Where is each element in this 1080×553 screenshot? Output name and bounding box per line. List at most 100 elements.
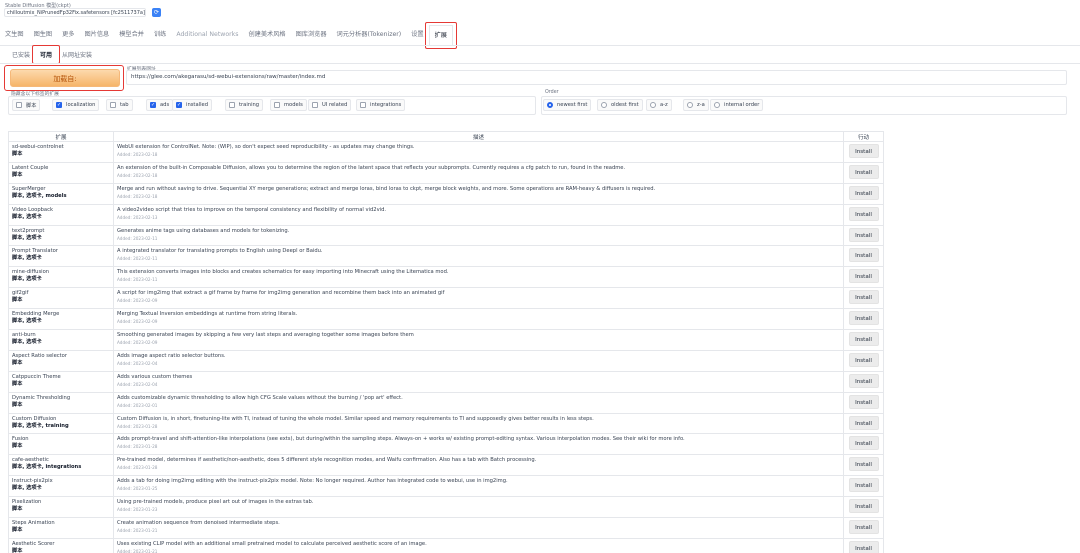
order-radio[interactable]: a-z xyxy=(646,99,672,111)
install-button[interactable]: Install xyxy=(848,540,879,553)
tab-11[interactable]: 扩展 xyxy=(424,22,458,49)
description-cell: WebUI extension for ControlNet. Note: (W… xyxy=(113,141,844,163)
install-button[interactable]: Install xyxy=(848,332,879,347)
checkbox-label: tab xyxy=(120,102,129,108)
radio-icon xyxy=(687,102,693,108)
radio-label: internal order xyxy=(724,102,760,108)
extension-cell: Embedding Merge 脚本, 选项卡 xyxy=(8,308,114,331)
description-cell: A integrated translator for translating … xyxy=(113,245,844,268)
extension-name[interactable]: text2prompt xyxy=(12,228,110,235)
description-cell: Using pre-trained models, produce pixel … xyxy=(113,496,844,519)
extension-name[interactable]: gif2gif xyxy=(12,290,110,297)
extension-added-date: Added: 2023-02-11 xyxy=(117,235,158,241)
action-cell: Install xyxy=(843,329,884,351)
install-button[interactable]: Install xyxy=(848,499,879,514)
table-row: Fusion 脚本 Adds prompt-travel and shift-att… xyxy=(8,433,884,456)
hide-tag-checkbox[interactable]: UI related xyxy=(308,99,352,111)
extension-index-url-input[interactable]: https://glee.com/akegarasu/sd-webui-exte… xyxy=(126,70,1067,85)
order-radio[interactable]: internal order xyxy=(710,99,764,111)
extension-description: Uses existing CLIP model with an additio… xyxy=(117,540,427,547)
description-cell: An extension of the built-in Composable … xyxy=(113,161,844,184)
tab-6[interactable]: Additional Networks xyxy=(171,25,243,45)
install-button[interactable]: Install xyxy=(848,144,879,158)
extension-cell: Video Loopback 脚本, 选项卡 xyxy=(8,203,114,226)
extension-name[interactable]: anti-burn xyxy=(12,332,110,339)
install-button[interactable]: Install xyxy=(848,311,879,326)
sub-tab-2[interactable]: 从网址安装 xyxy=(57,50,97,62)
load-from-button[interactable]: 加载自: xyxy=(10,69,120,87)
column-header-extension: 扩展 xyxy=(8,131,114,142)
extension-name[interactable]: Dynamic Thresholding xyxy=(12,395,110,402)
tab-5[interactable]: 训练 xyxy=(149,25,171,45)
extension-name[interactable]: Fusion xyxy=(12,436,110,443)
extension-name[interactable]: Aesthetic Scorer xyxy=(12,541,110,548)
install-button[interactable]: Install xyxy=(848,248,879,263)
tab-7[interactable]: 创建美术风格 xyxy=(243,25,290,45)
table-row: Aspect Ratio selector 脚本 Adds image aspect… xyxy=(8,349,884,372)
tab-9[interactable]: 词元分析器(Tokenizer) xyxy=(332,25,407,45)
model-select[interactable]: chilloutmix_NiPrunedFp32Fix.safetensors … xyxy=(4,8,146,17)
tab-2[interactable]: 更多 xyxy=(57,25,79,45)
sub-tab-1[interactable]: 可用 xyxy=(32,45,61,64)
checkbox-label: UI related xyxy=(322,102,348,108)
hide-tag-checkbox[interactable]: integrations xyxy=(356,99,406,111)
order-radio[interactable]: z-a xyxy=(683,99,709,111)
extension-tags: 脚本 xyxy=(12,547,23,553)
extension-name[interactable]: Custom Diffusion xyxy=(12,416,110,423)
install-button[interactable]: Install xyxy=(848,520,879,535)
hide-tag-checkbox[interactable]: models xyxy=(270,99,307,111)
sub-tab-0[interactable]: 已安装 xyxy=(7,50,35,62)
extension-name[interactable]: Video Loopback xyxy=(12,207,110,214)
install-button[interactable]: Install xyxy=(848,415,879,430)
extension-name[interactable]: Latent Couple xyxy=(12,165,110,172)
extension-tags: 脚本 xyxy=(12,380,23,387)
order-radio[interactable]: newest first xyxy=(543,99,592,111)
action-cell: Install xyxy=(843,517,884,539)
extension-tags: 脚本 xyxy=(12,506,23,513)
install-button[interactable]: Install xyxy=(848,394,879,409)
extension-name[interactable]: SuperMerger xyxy=(12,186,110,193)
hide-tag-checkbox[interactable]: training xyxy=(225,99,264,111)
install-button[interactable]: Install xyxy=(848,478,879,493)
extension-name[interactable]: Pixelization xyxy=(12,499,110,506)
install-button[interactable]: Install xyxy=(848,290,879,305)
install-button[interactable]: Install xyxy=(848,373,879,388)
checkbox-label: installed xyxy=(186,102,209,108)
install-button[interactable]: Install xyxy=(848,164,879,179)
extension-description: Using pre-trained models, produce pixel … xyxy=(117,499,314,506)
hide-tag-checkbox[interactable]: ✓ installed xyxy=(172,99,213,111)
install-button[interactable]: Install xyxy=(848,269,879,284)
table-row: gif2gif 脚本 A script for img2img that extra… xyxy=(8,287,884,310)
tab-1[interactable]: 图生图 xyxy=(29,25,58,45)
radio-icon xyxy=(547,102,553,108)
refresh-icon[interactable]: ⟳ xyxy=(152,8,161,17)
install-button[interactable]: Install xyxy=(848,185,879,200)
install-button[interactable]: Install xyxy=(848,457,879,472)
hide-tag-checkbox[interactable]: 脚本 xyxy=(12,99,41,111)
install-button[interactable]: Install xyxy=(848,227,879,242)
hide-tag-checkbox[interactable]: tab xyxy=(106,99,133,111)
extension-name[interactable]: Catppuccin Theme xyxy=(12,374,110,381)
tab-4[interactable]: 模型合并 xyxy=(114,25,149,45)
table-row: Embedding Merge 脚本, 选项卡 Merging Textual In… xyxy=(8,308,884,331)
order-radio[interactable]: oldest first xyxy=(597,99,643,111)
extension-name[interactable]: sd-webui-controlnet xyxy=(12,144,110,151)
hide-tag-checkbox[interactable]: ✓ ads xyxy=(146,99,174,111)
tab-8[interactable]: 图库浏览器 xyxy=(291,25,332,45)
extension-tags: 脚本 xyxy=(12,297,23,304)
extension-tags: 脚本, 选项卡 xyxy=(12,234,42,241)
extension-added-date: Added: 2023-01-21 xyxy=(117,528,158,534)
checkbox-icon: ✓ xyxy=(176,102,182,108)
extension-name[interactable]: Aspect Ratio selector xyxy=(12,353,110,360)
extension-name[interactable]: Steps Animation xyxy=(12,520,110,527)
hide-tag-checkbox[interactable]: ✓ localization xyxy=(52,99,100,111)
install-button[interactable]: Install xyxy=(848,436,879,451)
tab-0[interactable]: 文生图 xyxy=(0,25,29,45)
extension-tags: 脚本, 选项卡 xyxy=(12,485,42,492)
install-button[interactable]: Install xyxy=(848,352,879,367)
install-button[interactable]: Install xyxy=(848,206,879,221)
tab-3[interactable]: 图片信息 xyxy=(80,25,115,45)
table-row: Custom Diffusion 脚本, 选项卡, training Custom … xyxy=(8,412,884,435)
checkbox-icon: ✓ xyxy=(150,102,156,108)
extension-tags: 脚本, 选项卡 xyxy=(12,255,42,262)
